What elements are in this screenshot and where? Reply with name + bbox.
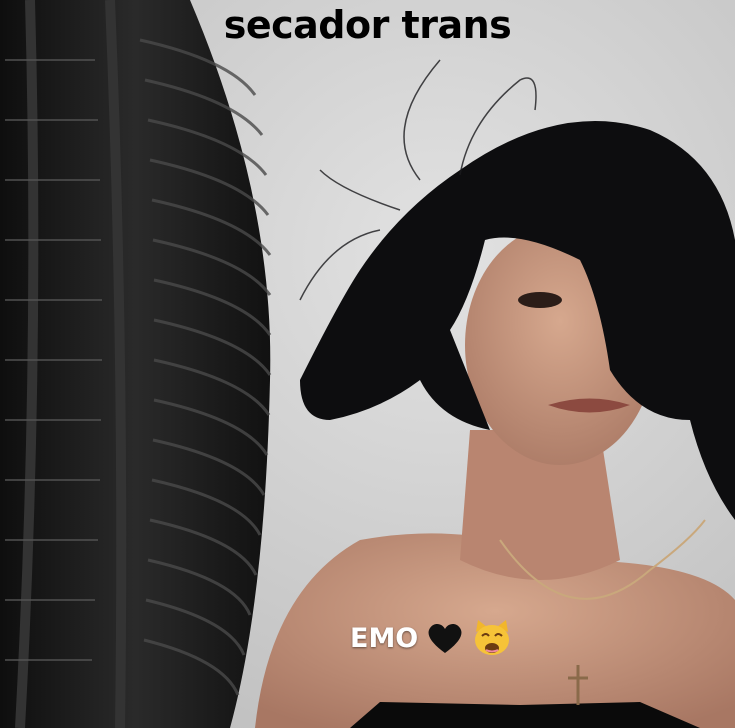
caption-emo-text: EMO xyxy=(350,622,419,654)
caption-bottom: EMO xyxy=(350,616,512,660)
black-heart-icon xyxy=(426,621,464,655)
weary-cat-face-icon xyxy=(472,618,512,658)
eye xyxy=(518,292,562,308)
fan xyxy=(0,0,272,728)
black-top xyxy=(350,702,700,728)
caption-top: secador trans xyxy=(223,3,512,47)
